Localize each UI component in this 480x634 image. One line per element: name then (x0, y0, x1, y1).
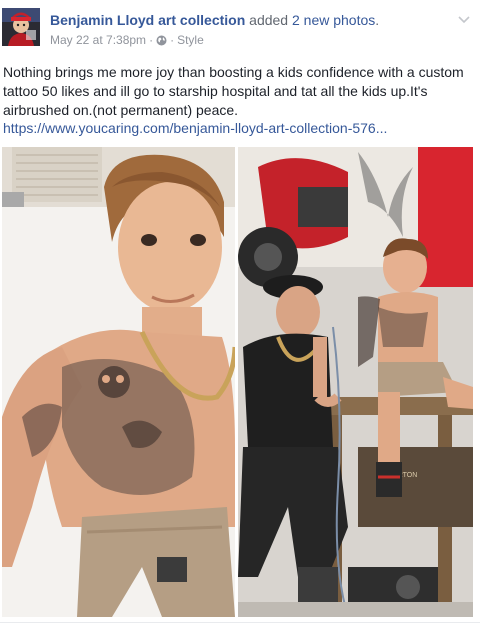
post-body-text: Nothing brings me more joy than boosting… (3, 64, 464, 118)
post-card: Benjamin Lloyd art collection added 2 ne… (0, 0, 480, 634)
post-meta: May 22 at 7:38pm · · Style (50, 33, 204, 47)
title-period: . (375, 12, 380, 28)
post-category[interactable]: Style (177, 33, 204, 47)
post-title-line: Benjamin Lloyd art collection added 2 ne… (50, 12, 379, 28)
post-divider (0, 622, 480, 623)
meta-separator: · (149, 33, 154, 47)
photo-count-link[interactable]: 2 new photos (292, 12, 375, 28)
post-header: Benjamin Lloyd art collection added 2 ne… (0, 0, 480, 56)
author-avatar[interactable] (2, 8, 40, 46)
globe-icon[interactable] (156, 35, 167, 46)
post-timestamp[interactable]: May 22 at 7:38pm (50, 33, 146, 47)
action-text: added (249, 12, 289, 28)
chevron-down-icon[interactable] (457, 12, 471, 24)
author-name-link[interactable]: Benjamin Lloyd art collection (50, 12, 245, 28)
meta-separator-2: · (170, 33, 175, 47)
photo-child-with-tattoo[interactable] (2, 147, 235, 617)
photo-artist-airbrushing[interactable]: CARTON (238, 147, 473, 617)
post-external-link[interactable]: https://www.youcaring.com/benjamin-lloyd… (3, 119, 387, 138)
